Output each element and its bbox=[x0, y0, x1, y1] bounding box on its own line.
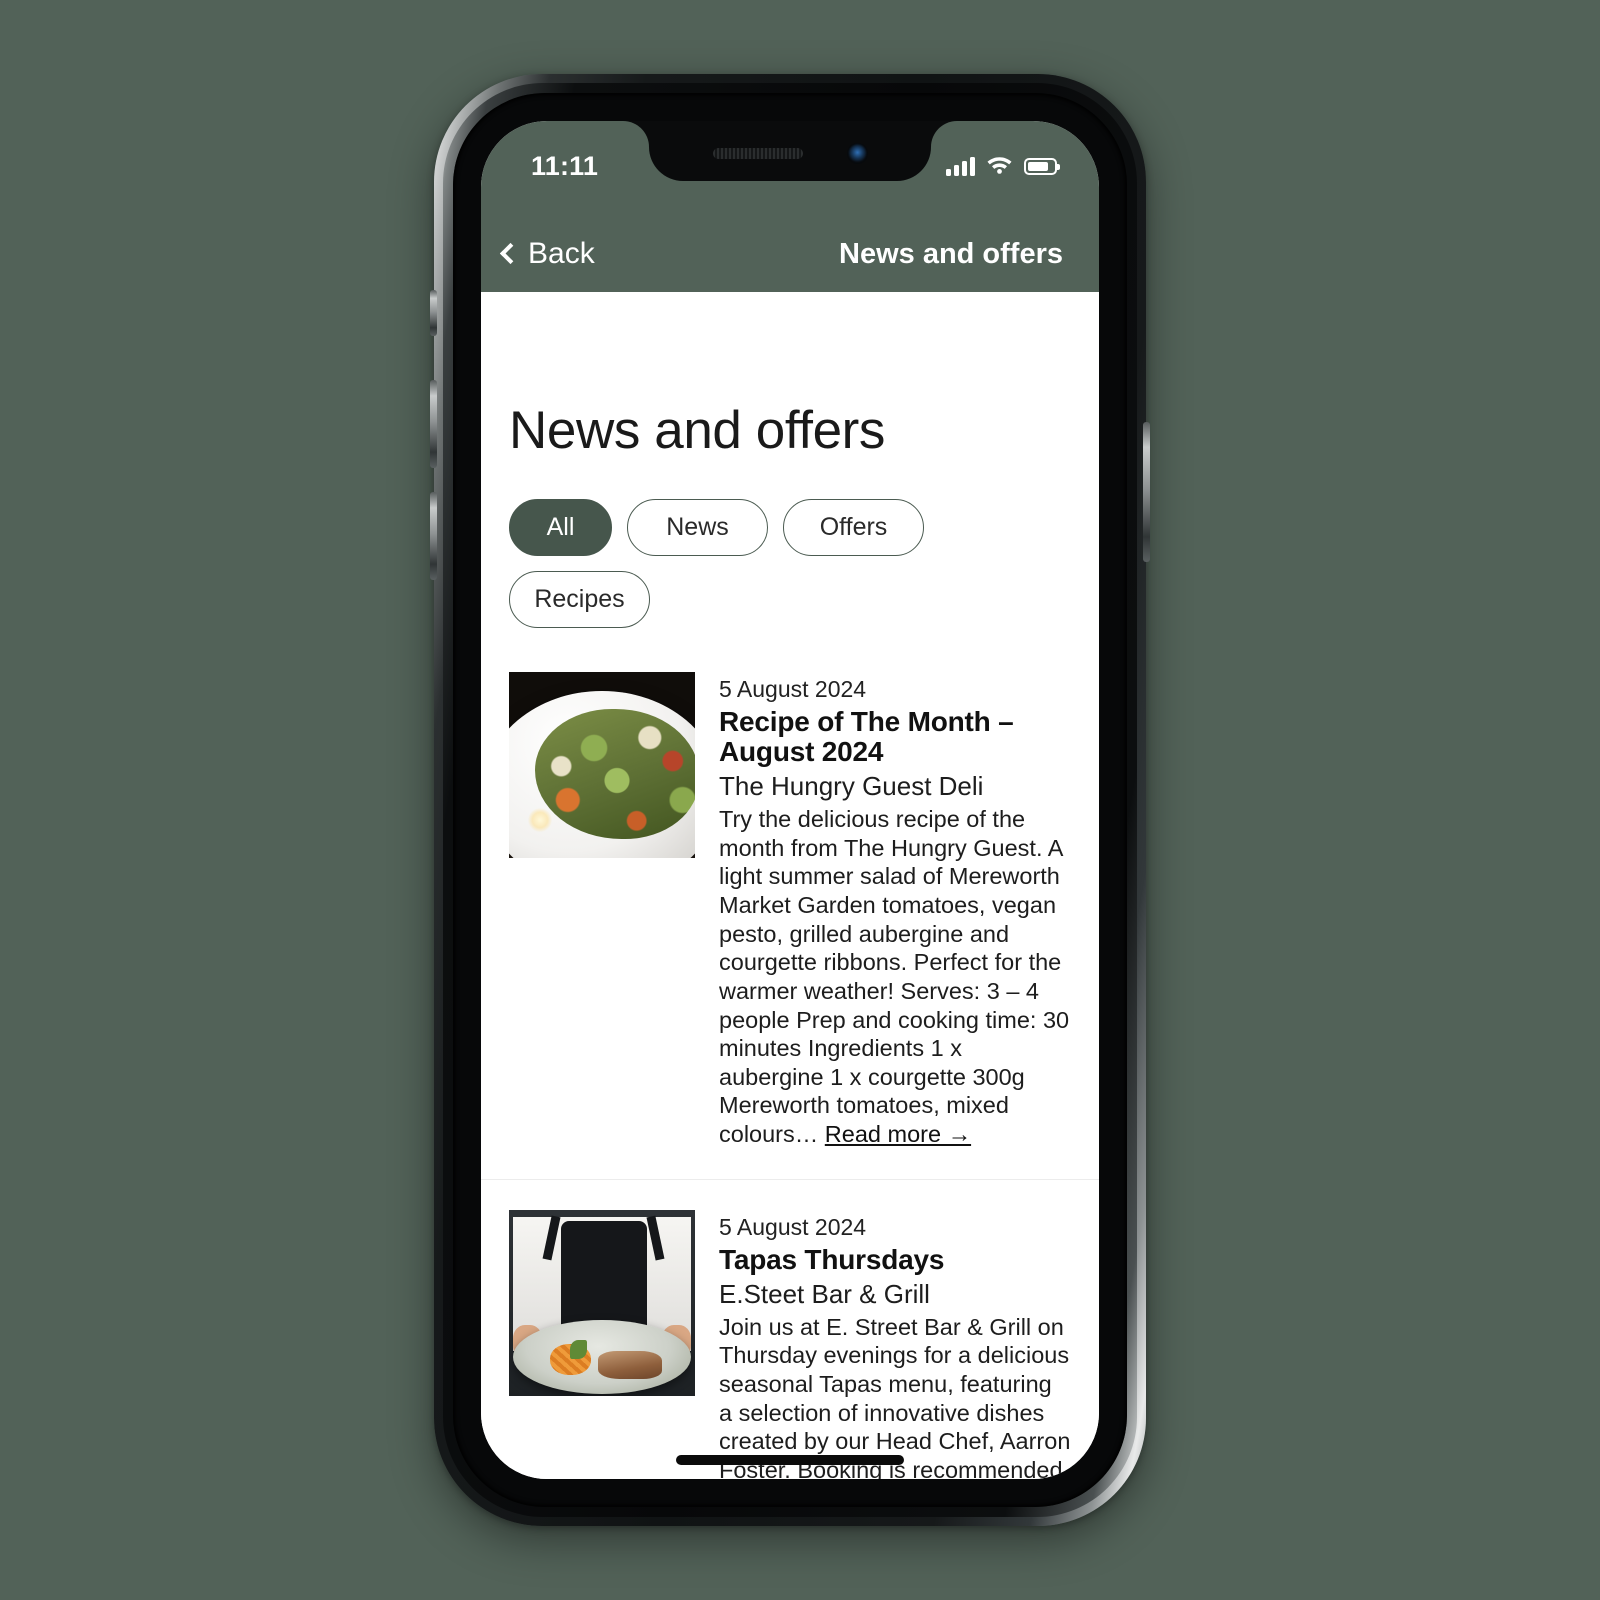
article-card[interactable]: 5 August 2024 Recipe of The Month – Augu… bbox=[481, 672, 1099, 1180]
wifi-icon bbox=[986, 154, 1013, 179]
article-date: 5 August 2024 bbox=[719, 676, 867, 702]
read-more-link[interactable]: Read more → bbox=[825, 1121, 971, 1147]
chevron-left-icon bbox=[499, 242, 522, 265]
volume-up-button[interactable] bbox=[430, 380, 437, 468]
article-thumbnail bbox=[509, 1209, 695, 1396]
article-card[interactable]: 5 August 2024 Tapas Thursdays E.Steet Ba… bbox=[481, 1209, 1099, 1479]
article-list: 5 August 2024 Recipe of The Month – Augu… bbox=[481, 672, 1099, 1479]
home-indicator[interactable] bbox=[676, 1455, 904, 1465]
nav-bar: Back News and offers bbox=[481, 216, 1099, 292]
nav-title: News and offers bbox=[839, 237, 1063, 270]
article-venue: The Hungry Guest Deli bbox=[719, 770, 984, 801]
article-excerpt: Try the delicious recipe of the month fr… bbox=[719, 805, 1071, 1149]
cellular-bars-icon bbox=[946, 157, 975, 176]
phone-screen: 11:11 Back News and offers News and offe… bbox=[481, 121, 1099, 1479]
notch-corner-right bbox=[931, 121, 957, 147]
article-body: 5 August 2024 Recipe of The Month – Augu… bbox=[719, 672, 1071, 1149]
mute-switch-button[interactable] bbox=[430, 290, 437, 336]
page-content: News and offers All News Offers Recipes bbox=[481, 292, 1099, 1479]
article-venue: E.Steet Bar & Grill bbox=[719, 1278, 930, 1309]
battery-icon bbox=[1024, 158, 1057, 175]
volume-down-button[interactable] bbox=[430, 492, 437, 580]
summer-salad-image bbox=[509, 672, 695, 858]
article-thumbnail bbox=[509, 672, 695, 858]
back-button[interactable]: Back bbox=[499, 237, 595, 271]
article-excerpt-text: Try the delicious recipe of the month fr… bbox=[719, 805, 1070, 1148]
back-button-label: Back bbox=[528, 237, 595, 270]
article-body: 5 August 2024 Tapas Thursdays E.Steet Ba… bbox=[719, 1210, 1071, 1479]
filter-chip-recipes[interactable]: Recipes bbox=[509, 571, 650, 628]
filter-chip-all[interactable]: All bbox=[509, 499, 612, 556]
notch-corner-left bbox=[623, 121, 649, 147]
status-indicators bbox=[946, 154, 1057, 179]
page-title: News and offers bbox=[509, 401, 885, 460]
earpiece-speaker-icon bbox=[712, 147, 803, 159]
article-date: 5 August 2024 bbox=[719, 1213, 867, 1240]
article-headline: Tapas Thursdays bbox=[719, 1243, 945, 1275]
phone-device-frame: 11:11 Back News and offers News and offe… bbox=[430, 74, 1150, 1526]
filter-chip-offers[interactable]: Offers bbox=[783, 499, 924, 556]
chef-holding-dish-image bbox=[509, 1209, 695, 1396]
article-headline: Recipe of The Month – August 2024 bbox=[719, 706, 1014, 767]
filter-chip-news[interactable]: News bbox=[627, 499, 768, 556]
device-notch bbox=[649, 121, 931, 181]
status-clock: 11:11 bbox=[531, 151, 599, 181]
power-button[interactable] bbox=[1143, 422, 1150, 562]
front-camera-icon bbox=[846, 142, 868, 164]
filter-chip-group: All News Offers Recipes bbox=[481, 461, 1099, 628]
